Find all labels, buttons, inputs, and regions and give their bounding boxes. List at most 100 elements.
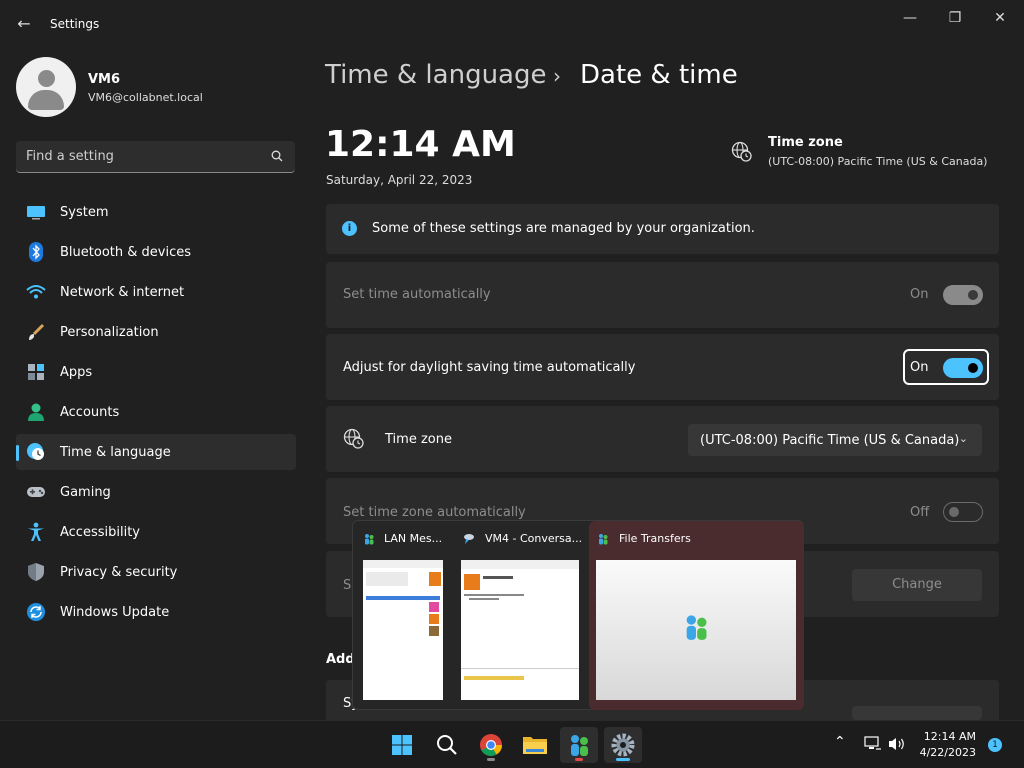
- set-time-auto-label: Set time automatically: [343, 287, 491, 302]
- restore-icon[interactable]: ❐: [945, 8, 965, 28]
- start-button[interactable]: [383, 727, 421, 763]
- network-icon[interactable]: [864, 736, 882, 752]
- search-box[interactable]: [16, 141, 295, 173]
- time-zone-selected: (UTC-08:00) Pacific Time (US & Canada): [700, 432, 960, 448]
- chrome-icon: [480, 734, 502, 756]
- sidebar-nav: System Bluetooth & devices Network & int…: [16, 194, 296, 634]
- person-icon: [26, 402, 46, 422]
- taskbar-thumbnail-popup: LAN Mes... VM4 - Conversa... File Transf…: [352, 520, 804, 710]
- sidebar-item-system[interactable]: System: [16, 194, 296, 230]
- dst-auto-toggle[interactable]: [943, 358, 983, 378]
- clock-globe-icon: [26, 442, 46, 462]
- user-email: VM6@collabnet.local: [88, 91, 203, 104]
- conversation-icon: [464, 534, 474, 544]
- avatar[interactable]: [16, 57, 76, 117]
- taskbar-date: 4/22/2023: [919, 746, 976, 759]
- tz-auto-toggle: [943, 502, 983, 522]
- sidebar-item-label: Bluetooth & devices: [60, 244, 191, 260]
- sidebar-item-gaming[interactable]: Gaming: [16, 474, 296, 510]
- taskbar-clock[interactable]: 12:14 AM 4/22/2023: [918, 729, 976, 761]
- file-explorer-taskbar-button[interactable]: [516, 727, 554, 763]
- settings-taskbar-button[interactable]: [604, 727, 642, 763]
- set-time-automatically-row: Set time automatically On: [326, 262, 999, 328]
- lan-messenger-taskbar-button[interactable]: [560, 727, 598, 763]
- sidebar-item-label: Privacy & security: [60, 564, 178, 580]
- settings-window: ← Settings — ❐ ✕ VM6 VM6@collabnet.local…: [0, 0, 1024, 720]
- user-name: VM6: [88, 72, 121, 87]
- sidebar-item-accounts[interactable]: Accounts: [16, 394, 296, 430]
- brush-icon: [26, 322, 46, 342]
- accessibility-icon: [26, 522, 46, 542]
- chevron-up-icon[interactable]: ⌃: [834, 734, 846, 750]
- shield-icon: [26, 562, 46, 582]
- tz-auto-label: Set time zone automatically: [343, 505, 526, 520]
- taskbar: ⌃ 12:14 AM 4/22/2023 1: [0, 720, 1024, 768]
- sync-now-button[interactable]: [852, 706, 982, 720]
- gamepad-icon: [26, 482, 46, 502]
- thumbnail-lan-messenger[interactable]: LAN Mes...: [353, 521, 451, 710]
- set-time-auto-state: On: [910, 287, 929, 302]
- apps-icon: [26, 362, 46, 382]
- vm4-conversation-preview: [461, 560, 579, 700]
- time-zone-label: Time zone: [385, 432, 452, 447]
- search-icon: [437, 735, 457, 755]
- lan-messenger-icon: [365, 534, 374, 545]
- managed-info-bar: i Some of these settings are managed by …: [326, 204, 999, 254]
- sidebar-item-label: Accounts: [60, 404, 120, 420]
- sidebar-item-time-language[interactable]: Time & language: [16, 434, 296, 470]
- thumbnail-file-transfers[interactable]: File Transfers: [589, 521, 804, 710]
- current-time: 12:14 AM: [325, 124, 516, 165]
- sidebar-item-label: Gaming: [60, 484, 111, 500]
- sidebar-item-bluetooth[interactable]: Bluetooth & devices: [16, 234, 296, 270]
- sidebar-item-apps[interactable]: Apps: [16, 354, 296, 390]
- volume-icon[interactable]: [888, 736, 906, 752]
- lan-messenger-icon: [599, 534, 608, 545]
- sidebar-item-label: Windows Update: [60, 604, 170, 620]
- sidebar-item-label: Accessibility: [60, 524, 140, 540]
- breadcrumb-parent[interactable]: Time & language: [325, 60, 546, 90]
- wifi-icon: [26, 282, 46, 302]
- lan-messenger-icon: [571, 735, 588, 756]
- attention-indicator: [575, 758, 583, 761]
- dst-auto-label: Adjust for daylight saving time automati…: [343, 360, 636, 375]
- taskbar-time: 12:14 AM: [923, 730, 976, 743]
- thumbnail-title: LAN Mes...: [384, 532, 443, 545]
- sidebar-item-label: Time & language: [60, 444, 171, 460]
- sidebar-item-label: Personalization: [60, 324, 159, 340]
- breadcrumb-separator: ›: [553, 64, 561, 88]
- notification-badge[interactable]: 1: [988, 738, 1002, 752]
- search-taskbar-button[interactable]: [428, 727, 466, 763]
- sidebar-item-label: Apps: [60, 364, 93, 380]
- close-icon[interactable]: ✕: [990, 8, 1010, 28]
- thumbnail-vm4-conversation[interactable]: VM4 - Conversa...: [453, 521, 587, 710]
- sidebar-item-label: Network & internet: [60, 284, 185, 300]
- sidebar-item-windows-update[interactable]: Windows Update: [16, 594, 296, 630]
- change-button[interactable]: Change: [852, 569, 982, 601]
- window-title: Settings: [50, 17, 100, 31]
- search-icon: [271, 150, 283, 162]
- bluetooth-icon: [26, 242, 46, 262]
- minimize-icon[interactable]: —: [900, 8, 920, 28]
- time-zone-dropdown[interactable]: (UTC-08:00) Pacific Time (US & Canada) ⌄: [688, 424, 982, 456]
- page-title: Date & time: [580, 60, 738, 90]
- info-text: Some of these settings are managed by yo…: [372, 221, 755, 236]
- chrome-taskbar-button[interactable]: [472, 727, 510, 763]
- set-time-auto-toggle: [943, 285, 983, 305]
- search-input[interactable]: [16, 141, 266, 172]
- thumbnail-title: VM4 - Conversa...: [485, 532, 583, 545]
- time-zone-row: Time zone (UTC-08:00) Pacific Time (US &…: [326, 406, 999, 472]
- timezone-row-icon: [343, 428, 364, 449]
- folder-icon: [523, 737, 547, 754]
- dst-auto-state: On: [910, 360, 929, 375]
- chevron-down-icon: ⌄: [958, 432, 968, 445]
- additional-settings-heading: Add: [326, 652, 355, 667]
- gear-icon: [611, 733, 635, 757]
- sidebar-item-accessibility[interactable]: Accessibility: [16, 514, 296, 550]
- sidebar-item-privacy[interactable]: Privacy & security: [16, 554, 296, 590]
- sidebar-item-label: System: [60, 204, 109, 220]
- back-arrow-icon[interactable]: ←: [14, 14, 34, 34]
- thumbnail-title: File Transfers: [619, 532, 691, 545]
- sidebar-item-personalization[interactable]: Personalization: [16, 314, 296, 350]
- sidebar-item-network[interactable]: Network & internet: [16, 274, 296, 310]
- system-icon: [26, 202, 46, 222]
